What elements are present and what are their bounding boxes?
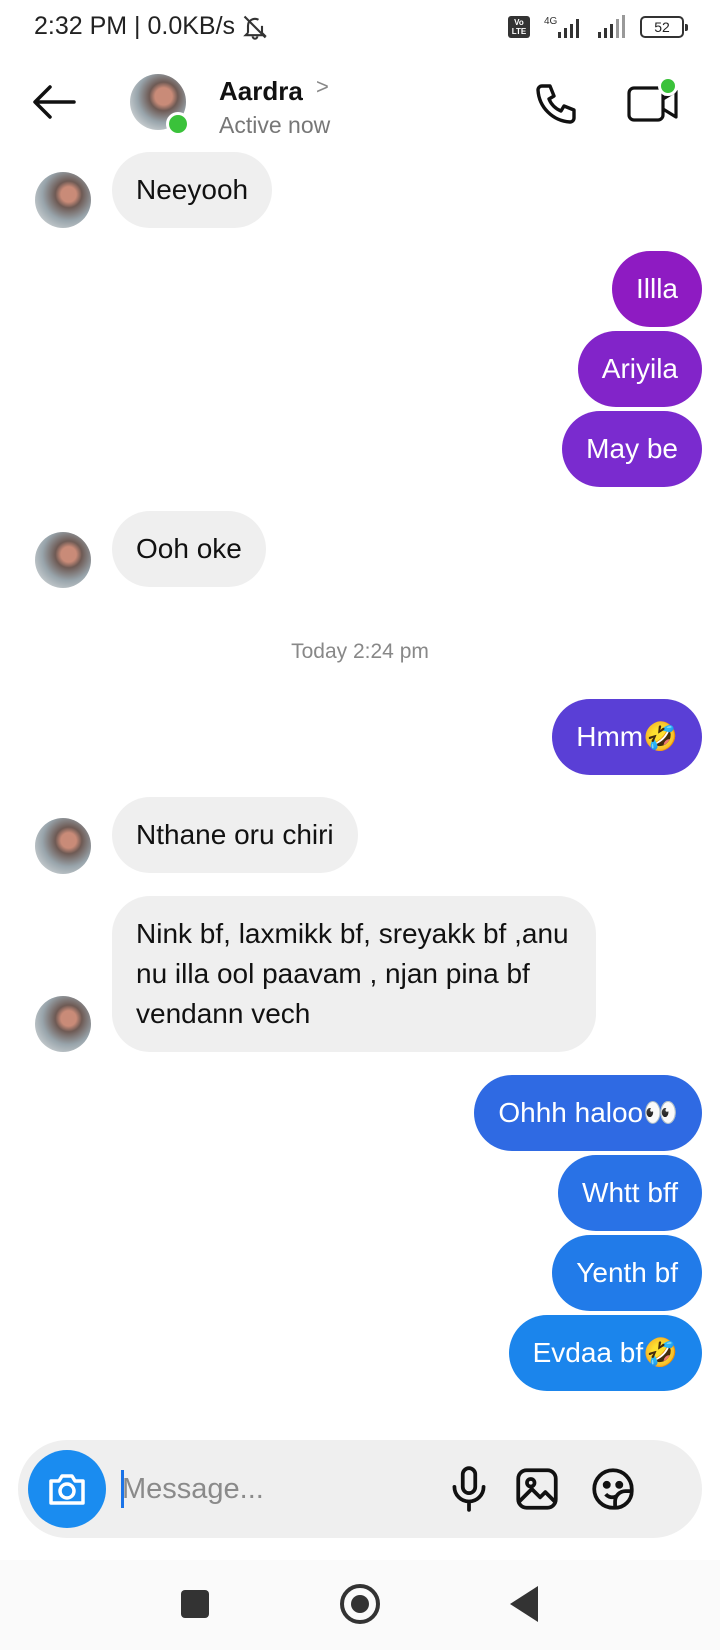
message-composer: [18, 1440, 702, 1538]
online-indicator: [166, 112, 190, 136]
back-arrow-icon[interactable]: [30, 82, 78, 122]
signal-icon: [598, 15, 625, 38]
chevron-right-icon[interactable]: >: [316, 74, 329, 100]
camera-button[interactable]: [28, 1450, 106, 1528]
message-incoming[interactable]: Neeyooh: [112, 152, 273, 228]
bell-off-icon: [243, 15, 267, 40]
message-outgoing[interactable]: Yenth bf: [552, 1235, 702, 1311]
svg-text:4G: 4G: [544, 16, 558, 27]
microphone-icon[interactable]: [444, 1464, 494, 1514]
message-outgoing[interactable]: Illla: [611, 251, 702, 327]
battery-indicator: 52: [640, 16, 688, 38]
status-time: 2:32 PM | 0.0KB/s: [34, 12, 236, 40]
contact-name[interactable]: Aardra: [219, 76, 303, 107]
sender-avatar[interactable]: [35, 818, 91, 874]
message-outgoing[interactable]: Hmm🤣: [552, 699, 702, 775]
signal-4g-icon: 4G: [544, 16, 579, 38]
sticker-icon[interactable]: [588, 1464, 638, 1514]
message-input[interactable]: [122, 1466, 422, 1512]
volte-badge: Vo LTE: [508, 16, 530, 38]
chat-header: Aardra > Active now: [0, 66, 720, 146]
sender-avatar[interactable]: [35, 172, 91, 228]
phone-icon[interactable]: [532, 80, 580, 128]
chat-timestamp: Today 2:24 pm: [291, 640, 429, 663]
message-outgoing[interactable]: Ohhh haloo👀: [474, 1075, 702, 1151]
message-outgoing[interactable]: Evdaa bf🤣: [508, 1315, 702, 1391]
message-outgoing[interactable]: Ariyila: [577, 331, 702, 407]
message-incoming[interactable]: Nink bf, laxmikk bf, sreyakk bf ,anu nu …: [112, 896, 596, 1052]
system-nav-bar: [0, 1560, 720, 1650]
video-active-dot: [658, 76, 678, 96]
status-bar: 2:32 PM | 0.0KB/s Vo LTE 4G 52: [0, 0, 720, 54]
message-incoming[interactable]: Nthane oru chiri: [112, 797, 358, 873]
camera-icon: [49, 1474, 85, 1505]
status-left: 2:32 PM | 0.0KB/s: [34, 12, 269, 41]
contact-status: Active now: [219, 112, 331, 138]
message-outgoing[interactable]: Whtt bff: [558, 1155, 702, 1231]
sender-avatar[interactable]: [35, 532, 91, 588]
home-nav-button[interactable]: [340, 1584, 380, 1624]
recents-nav-button[interactable]: [181, 1590, 209, 1618]
gallery-icon[interactable]: [512, 1464, 562, 1514]
sender-avatar[interactable]: [35, 996, 91, 1052]
back-nav-button[interactable]: [510, 1586, 538, 1622]
message-incoming[interactable]: Ooh oke: [112, 511, 266, 587]
status-right: Vo LTE 4G 52: [508, 14, 688, 40]
message-outgoing[interactable]: May be: [562, 411, 702, 487]
